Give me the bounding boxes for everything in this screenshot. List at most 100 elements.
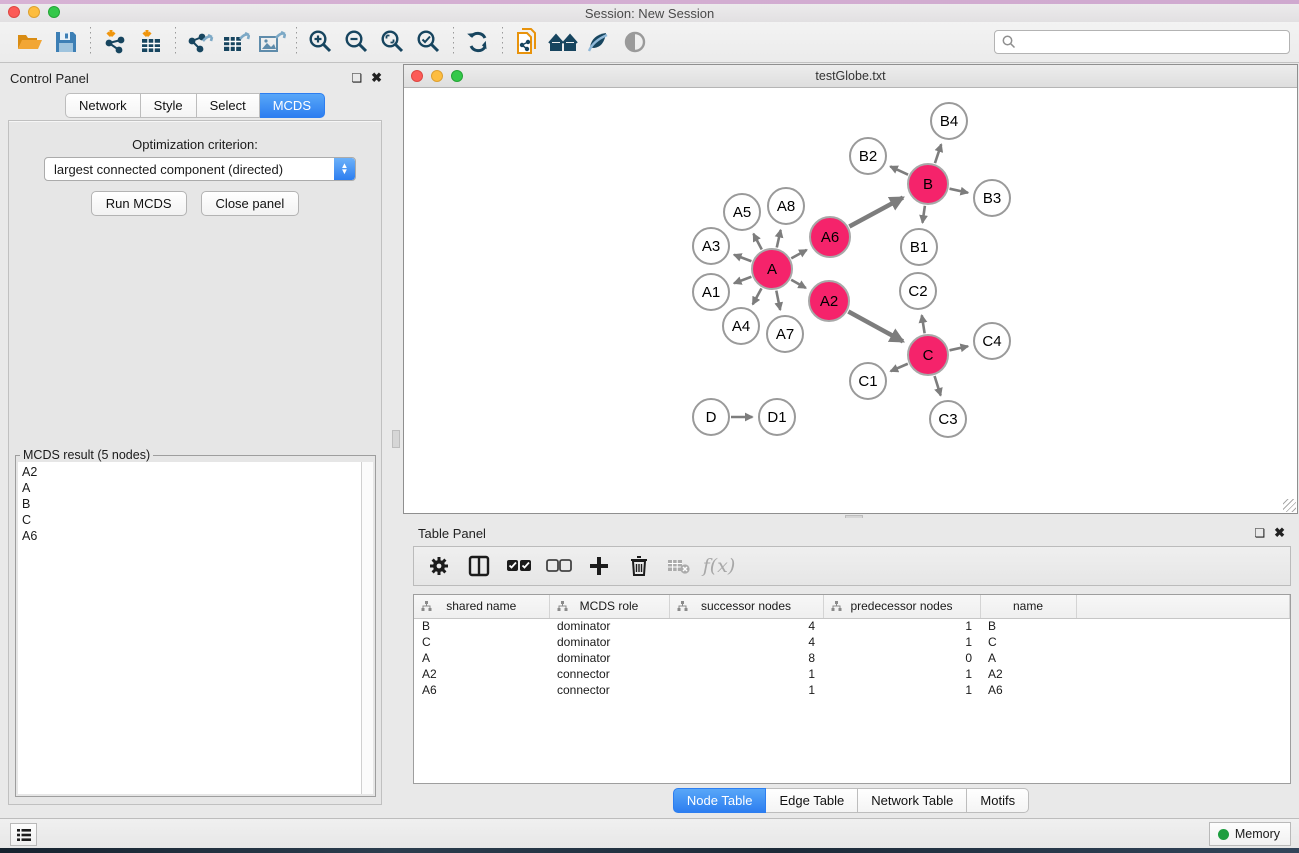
- cell-successor-nodes[interactable]: 1: [669, 682, 823, 698]
- select-all-button[interactable]: [504, 551, 534, 581]
- graph-node-A8[interactable]: A8: [767, 187, 805, 225]
- columns-button[interactable]: [464, 551, 494, 581]
- tab-style[interactable]: Style: [141, 93, 197, 118]
- import-network-button[interactable]: [97, 25, 133, 59]
- cell-successor-nodes[interactable]: 4: [669, 618, 823, 634]
- graph-node-A6[interactable]: A6: [809, 216, 851, 258]
- cell-MCDS-role[interactable]: connector: [549, 666, 669, 682]
- edge-A-A7[interactable]: [776, 291, 780, 310]
- zoom-in-button[interactable]: [303, 25, 339, 59]
- settings-gear-button[interactable]: [424, 551, 454, 581]
- column-header-predecessor-nodes[interactable]: predecessor nodes: [823, 595, 980, 618]
- edge-A-A8[interactable]: [777, 230, 781, 248]
- result-item[interactable]: A2: [22, 464, 361, 480]
- column-header-shared-name[interactable]: shared name: [414, 595, 549, 618]
- edge-A-A6[interactable]: [791, 250, 806, 259]
- edge-A-A3[interactable]: [734, 255, 751, 262]
- cell-MCDS-role[interactable]: dominator: [549, 618, 669, 634]
- graph-node-D[interactable]: D: [692, 398, 730, 436]
- cell-name[interactable]: A6: [980, 682, 1076, 698]
- edge-B-B4[interactable]: [935, 144, 941, 163]
- open-file-button[interactable]: [12, 25, 48, 59]
- graph-node-A4[interactable]: A4: [722, 307, 760, 345]
- column-header-successor-nodes[interactable]: successor nodes: [669, 595, 823, 618]
- function-builder-button[interactable]: f(x): [704, 551, 734, 581]
- cell-MCDS-role[interactable]: dominator: [549, 634, 669, 650]
- graph-node-B1[interactable]: B1: [900, 228, 938, 266]
- cell-predecessor-nodes[interactable]: 0: [823, 650, 980, 666]
- new-network-from-selection-button[interactable]: [509, 25, 545, 59]
- cell-predecessor-nodes[interactable]: 1: [823, 666, 980, 682]
- close-table-panel-icon[interactable]: ✖: [1274, 525, 1285, 541]
- graph-node-C2[interactable]: C2: [899, 272, 937, 310]
- result-item[interactable]: B: [22, 496, 361, 512]
- add-column-button[interactable]: [584, 551, 614, 581]
- graph-node-A7[interactable]: A7: [766, 315, 804, 353]
- tab-network-table[interactable]: Network Table: [858, 788, 967, 813]
- column-header-name[interactable]: name: [980, 595, 1076, 618]
- cell-shared-name[interactable]: C: [414, 634, 549, 650]
- graph-node-A[interactable]: A: [751, 248, 793, 290]
- edge-B-B3[interactable]: [949, 189, 967, 193]
- edge-A-A4[interactable]: [753, 288, 762, 304]
- float-table-panel-icon[interactable]: ❏: [1254, 526, 1265, 540]
- task-history-button[interactable]: [10, 823, 37, 846]
- edge-C-C2[interactable]: [922, 315, 925, 333]
- table-row[interactable]: A2connector11A2: [414, 666, 1290, 682]
- result-scrollbar[interactable]: [362, 462, 373, 794]
- close-panel-icon[interactable]: ✖: [371, 70, 382, 86]
- resize-grip-icon[interactable]: [1283, 499, 1296, 512]
- cell-predecessor-nodes[interactable]: 1: [823, 682, 980, 698]
- deselect-all-button[interactable]: [544, 551, 574, 581]
- cell-name[interactable]: A2: [980, 666, 1076, 682]
- edge-B-B1[interactable]: [922, 206, 924, 223]
- edge-A-A2[interactable]: [791, 280, 806, 288]
- cell-MCDS-role[interactable]: connector: [549, 682, 669, 698]
- run-mcds-button[interactable]: Run MCDS: [91, 191, 187, 216]
- table-row[interactable]: Cdominator41C: [414, 634, 1290, 650]
- edge-A6-B[interactable]: [849, 198, 903, 227]
- graph-node-C[interactable]: C: [907, 334, 949, 376]
- graph-node-C1[interactable]: C1: [849, 362, 887, 400]
- cell-successor-nodes[interactable]: 4: [669, 634, 823, 650]
- edge-C-C4[interactable]: [949, 346, 967, 350]
- tab-network[interactable]: Network: [65, 93, 141, 118]
- cell-MCDS-role[interactable]: dominator: [549, 650, 669, 666]
- cell-successor-nodes[interactable]: 1: [669, 666, 823, 682]
- cell-shared-name[interactable]: B: [414, 618, 549, 634]
- show-graphics-button[interactable]: [617, 25, 653, 59]
- cell-shared-name[interactable]: A6: [414, 682, 549, 698]
- cell-shared-name[interactable]: A: [414, 650, 549, 666]
- first-neighbors-button[interactable]: [545, 25, 581, 59]
- cell-predecessor-nodes[interactable]: 1: [823, 634, 980, 650]
- graph-node-B4[interactable]: B4: [930, 102, 968, 140]
- graph-node-A1[interactable]: A1: [692, 273, 730, 311]
- zoom-selected-button[interactable]: [411, 25, 447, 59]
- zoom-out-button[interactable]: [339, 25, 375, 59]
- edge-A-A1[interactable]: [734, 277, 751, 284]
- cell-name[interactable]: C: [980, 634, 1076, 650]
- network-canvas[interactable]: B4B2BB3A5A8A6B1A3AC2A1A2A4A7C4CC1DD1C3: [404, 88, 1297, 513]
- result-item[interactable]: A: [22, 480, 361, 496]
- refresh-button[interactable]: [460, 25, 496, 59]
- tab-edge-table[interactable]: Edge Table: [766, 788, 858, 813]
- edge-A-A5[interactable]: [753, 234, 761, 250]
- tab-motifs[interactable]: Motifs: [967, 788, 1029, 813]
- cell-successor-nodes[interactable]: 8: [669, 650, 823, 666]
- float-panel-icon[interactable]: ❏: [351, 71, 362, 85]
- mcds-result-list[interactable]: A2ABCA6: [18, 462, 362, 794]
- criterion-select[interactable]: largest connected component (directed) ▲…: [44, 157, 356, 181]
- result-item[interactable]: A6: [22, 528, 361, 544]
- export-table-button[interactable]: [218, 25, 254, 59]
- import-table-button[interactable]: [133, 25, 169, 59]
- edge-C-C3[interactable]: [935, 376, 941, 396]
- result-item[interactable]: C: [22, 512, 361, 528]
- cell-name[interactable]: B: [980, 618, 1076, 634]
- zoom-fit-button[interactable]: [375, 25, 411, 59]
- table-row[interactable]: Bdominator41B: [414, 618, 1290, 634]
- export-image-button[interactable]: [254, 25, 290, 59]
- graph-node-D1[interactable]: D1: [758, 398, 796, 436]
- search-input[interactable]: [1017, 35, 1289, 49]
- graph-node-B[interactable]: B: [907, 163, 949, 205]
- graph-node-B2[interactable]: B2: [849, 137, 887, 175]
